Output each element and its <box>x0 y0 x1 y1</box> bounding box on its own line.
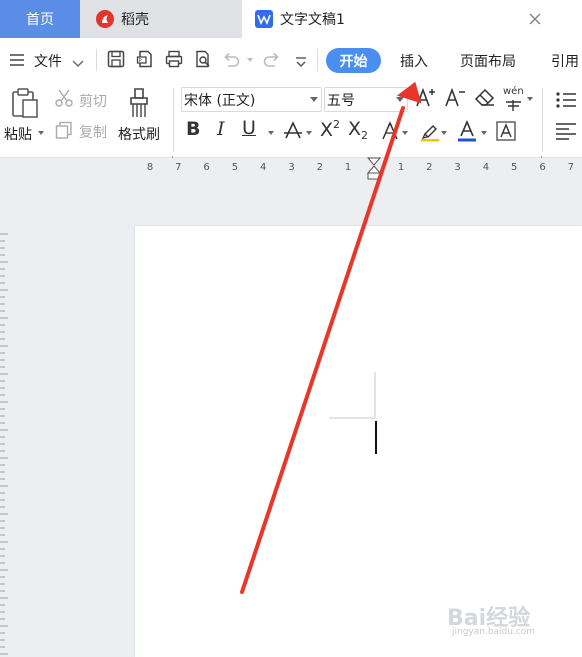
baidu-jingyan-watermark: Bai经验 jingyan.baidu.com <box>447 597 557 642</box>
red-arrow-annotation <box>240 81 422 594</box>
watermark-url: jingyan.baidu.com <box>452 627 536 637</box>
